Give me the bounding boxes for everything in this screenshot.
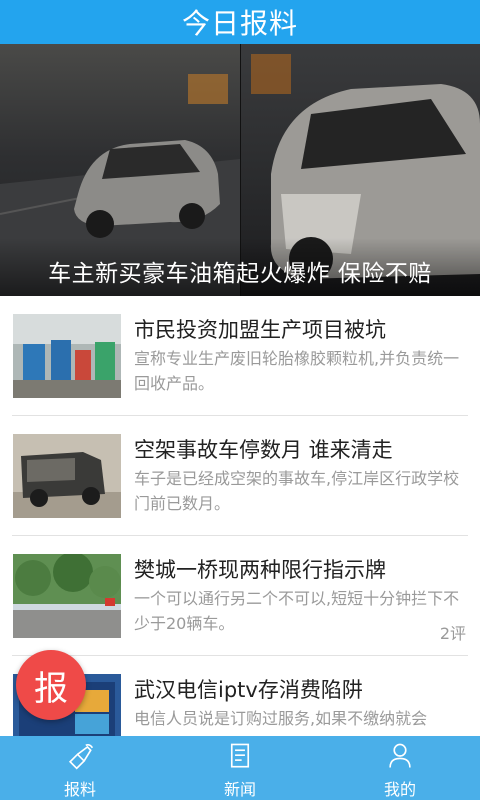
- list-item[interactable]: 市民投资加盟生产项目被坑 宣称专业生产废旧轮胎橡胶颗粒机,并负责统一回收产品。: [12, 296, 468, 416]
- bottom-tab-bar: 报料 新闻 我的: [0, 736, 480, 800]
- page-title: 今日报料: [181, 7, 298, 40]
- news-thumbnail: [13, 554, 121, 638]
- list-item[interactable]: 樊城一桥现两种限行指示牌 一个可以通行另二个不可以,短短十分钟拦下不少于20辆车…: [12, 536, 468, 656]
- news-summary: 车子是已经成空架的事故车,停江岸区行政学校门前已数月。: [134, 469, 460, 513]
- tab-label: 报料: [63, 780, 96, 799]
- list-item[interactable]: 空架事故车停数月 谁来清走 车子是已经成空架的事故车,停江岸区行政学校门前已数月…: [12, 416, 468, 536]
- tab-label: 新闻: [223, 780, 256, 799]
- title-bar: 今日报料: [0, 0, 480, 44]
- report-button[interactable]: 报: [16, 650, 86, 720]
- news-summary: 宣称专业生产废旧轮胎橡胶颗粒机,并负责统一回收产品。: [134, 349, 460, 393]
- person-icon: [389, 743, 411, 768]
- news-title: 市民投资加盟生产项目被坑: [134, 318, 386, 342]
- document-icon: [230, 743, 250, 768]
- megaphone-icon: [68, 744, 94, 770]
- news-title: 空架事故车停数月 谁来清走: [134, 438, 393, 462]
- tab-label: 我的: [383, 780, 416, 799]
- comment-count: 2评: [439, 624, 466, 643]
- news-title: 樊城一桥现两种限行指示牌: [134, 558, 386, 582]
- news-summary: 一个可以通行另二个不可以,短短十分钟拦下不少于20辆车。: [134, 589, 460, 633]
- tab-mine[interactable]: 我的: [320, 736, 480, 800]
- news-thumbnail: [13, 314, 121, 398]
- tab-baoliao[interactable]: 报料: [0, 736, 160, 800]
- hero-banner[interactable]: 车主新买豪车油箱起火爆炸 保险不赔: [0, 44, 480, 296]
- news-title: 武汉电信iptv存消费陷阱: [134, 678, 363, 702]
- hero-caption: 车主新买豪车油箱起火爆炸 保险不赔: [48, 261, 432, 287]
- news-summary: 电信人员说是订购过服务,如果不缴纳就会: [134, 709, 428, 728]
- news-thumbnail: [13, 434, 121, 518]
- tab-news[interactable]: 新闻: [160, 736, 320, 800]
